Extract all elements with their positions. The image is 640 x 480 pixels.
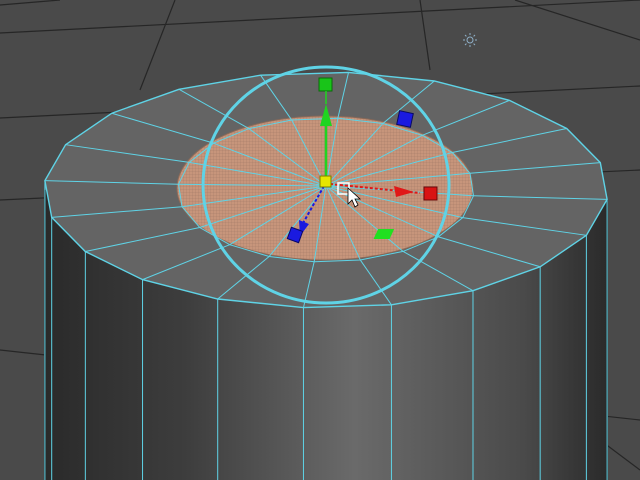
y-scale-box[interactable] (318, 77, 333, 92)
3d-viewport[interactable] (0, 0, 640, 480)
center-handle[interactable] (319, 175, 332, 188)
xy-plane-handle[interactable] (396, 110, 414, 128)
x-scale-box[interactable] (423, 186, 438, 201)
